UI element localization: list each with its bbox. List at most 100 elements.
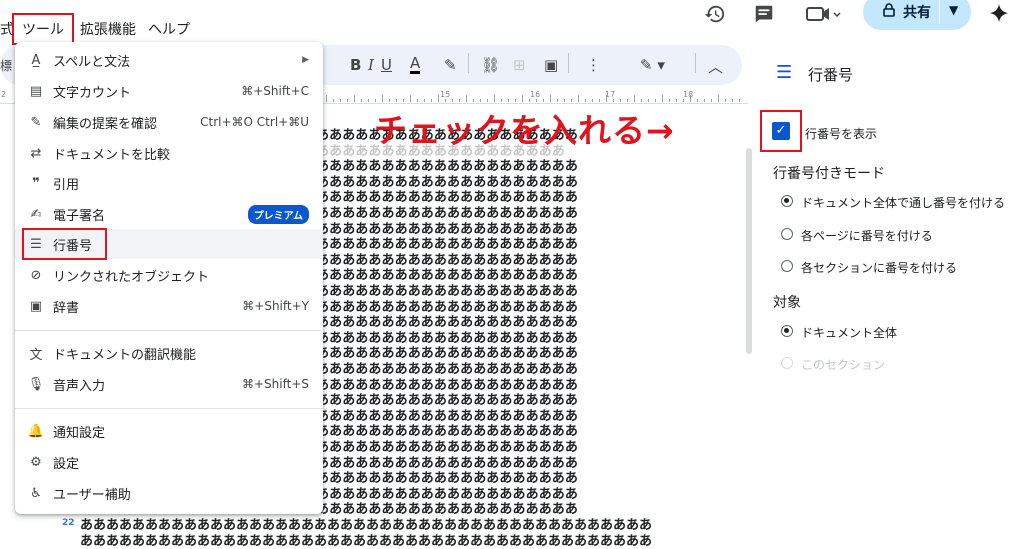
ruler-tick	[438, 95, 439, 102]
italic-icon[interactable]: I	[368, 56, 374, 74]
ruler-tick	[648, 99, 649, 102]
ruler-tick	[480, 99, 481, 102]
ruler-tick	[487, 99, 488, 102]
ruler-tick	[732, 99, 733, 102]
more-icon[interactable]: ⋮	[586, 56, 601, 74]
ruler-tick	[557, 99, 558, 102]
menu-item-dictionary[interactable]: ▣ 辞書 ⌘+Shift+Y	[15, 291, 323, 321]
ruler-tick	[578, 95, 579, 102]
image-icon[interactable]: ▣	[544, 56, 558, 74]
bold-icon[interactable]: B	[350, 56, 361, 74]
ruler-tick	[396, 99, 397, 102]
ruler-tick	[599, 99, 600, 102]
ruler-tick	[361, 99, 362, 102]
menu-item-linked-objects[interactable]: ⊘ リンクされたオブジェクト	[15, 260, 323, 290]
text-color-icon[interactable]: A	[410, 56, 421, 74]
ruler-tick	[522, 95, 523, 102]
ruler-tick	[550, 95, 551, 102]
menu-item-notifications[interactable]: 🔔 通知設定	[15, 416, 323, 446]
ruler-tick	[718, 95, 719, 102]
doc-line: ああああああああああああああああああああああああああああああああああああああああ…	[80, 534, 653, 549]
ruler-tick	[683, 99, 684, 102]
radio-mode-continuous[interactable]	[781, 195, 793, 207]
show-line-numbers-label: 行番号を表示	[805, 127, 878, 141]
ruler-tick	[704, 99, 705, 102]
menu-item-word-count[interactable]: ▤ 文字カウント ⌘+Shift+C	[15, 76, 323, 106]
radio-target-section[interactable]	[781, 357, 793, 369]
insert-comment-icon[interactable]: ⊞	[513, 56, 526, 74]
ruler-tick	[585, 99, 586, 102]
show-line-numbers-checkbox[interactable]: ✓	[772, 122, 790, 140]
menu-tools[interactable]: ツール	[12, 13, 74, 45]
editing-mode-icon[interactable]: ✎ ▾	[640, 56, 665, 74]
link-icon[interactable]: ⛓	[481, 56, 500, 74]
menu-item-review-edits[interactable]: ✎ 編集の提案を確認 Ctrl+⌘O Ctrl+⌘U	[15, 107, 323, 137]
share-label: 共有	[903, 5, 931, 21]
sparkle-icon[interactable]	[985, 0, 1013, 28]
accessibility-icon: ♿	[30, 485, 42, 501]
ruler-tick	[354, 95, 355, 102]
bell-icon: 🔔	[27, 423, 45, 439]
ruler-tick	[662, 95, 663, 102]
underline-icon[interactable]: U	[381, 56, 392, 74]
mode-heading: 行番号付きモード	[773, 166, 885, 182]
ruler-tick	[424, 99, 425, 102]
ruler-tick	[711, 99, 712, 102]
ruler-tick	[382, 95, 383, 102]
share-button[interactable]: 共有 ▼	[863, 0, 971, 30]
highlight-icon[interactable]: ✎	[444, 56, 457, 74]
sidebar-title: 行番号	[808, 66, 854, 84]
radio-mode-per-page[interactable]	[781, 228, 793, 240]
spell-check-icon: A̲	[31, 52, 41, 68]
ruler-tick	[592, 99, 593, 102]
ruler-tick	[431, 99, 432, 102]
linked-objects-icon: ⊘	[30, 267, 42, 283]
ruler-tick	[529, 99, 530, 102]
line-numbers-icon: ☰	[776, 62, 793, 83]
ruler-tick	[613, 99, 614, 102]
ruler-tick	[669, 99, 670, 102]
ruler-tick	[571, 99, 572, 102]
ruler-tick	[347, 99, 348, 102]
ruler-tick	[340, 99, 341, 102]
ruler-tick	[690, 95, 691, 102]
menu-item-accessibility[interactable]: ♿ ユーザー補助	[15, 478, 323, 508]
menu-item-translate[interactable]: 文 ドキュメントの翻訳機能	[15, 338, 323, 368]
menu-help[interactable]: ヘルプ	[148, 19, 190, 39]
comment-icon[interactable]	[750, 0, 778, 28]
meet-icon[interactable]	[803, 0, 843, 28]
radio-mode-per-section[interactable]	[781, 260, 793, 272]
ruler-tick	[389, 99, 390, 102]
ruler-tick	[697, 99, 698, 102]
submenu-arrow-icon: ▶	[302, 55, 309, 65]
collapse-icon[interactable]: ︿	[708, 56, 723, 77]
menu-item-esignature[interactable]: ✍ 電子署名 プレミアム	[15, 199, 323, 229]
menu-item-voice-typing[interactable]: 🎙 音声入力 ⌘+Shift+S	[15, 369, 323, 399]
line-number-22: 22	[62, 518, 75, 528]
ruler-tick	[508, 99, 509, 102]
ruler-tick	[403, 99, 404, 102]
ruler-tick	[494, 95, 495, 102]
annotation-text: チェックを入れる→	[374, 111, 675, 150]
menu-extensions[interactable]: 拡張機能	[80, 19, 136, 39]
ruler-tick	[466, 95, 467, 102]
menu-item-compare[interactable]: ⇄ ドキュメントを比較	[15, 138, 323, 168]
style-dropdown-fragment[interactable]: 標	[0, 57, 12, 74]
dictionary-icon: ▣	[29, 298, 43, 314]
history-icon[interactable]	[701, 0, 729, 28]
chevron-down-icon[interactable]: ▼	[949, 3, 958, 17]
ruler-tick	[410, 95, 411, 102]
mic-icon: 🎙	[27, 376, 45, 392]
menu-item-preferences[interactable]: ⚙ 設定	[15, 447, 323, 477]
menu-item-spelling[interactable]: A̲ スペルと文法 ▶	[15, 45, 323, 75]
radio-target-document[interactable]	[781, 325, 793, 337]
scrollbar[interactable]	[746, 148, 752, 354]
ruler-tick	[326, 95, 327, 102]
translate-icon: 文	[29, 347, 43, 363]
ruler-tick	[543, 99, 544, 102]
ruler-tick	[501, 99, 502, 102]
ruler-tick	[515, 99, 516, 102]
menu-item-citations[interactable]: ❞ 引用	[15, 168, 323, 198]
word-count-icon: ▤	[29, 83, 43, 99]
ruler-tick	[368, 99, 369, 102]
